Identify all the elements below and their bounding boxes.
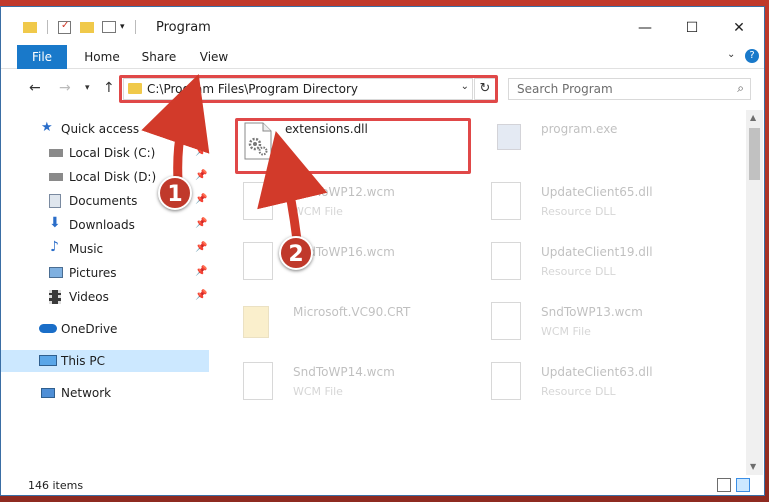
step-badge-1: 1 xyxy=(158,176,192,210)
arrow-to-file xyxy=(257,130,328,245)
step-badge-2: 2 xyxy=(279,236,313,270)
arrow-to-address-bar xyxy=(141,73,210,185)
annotation-arrows xyxy=(141,73,328,245)
